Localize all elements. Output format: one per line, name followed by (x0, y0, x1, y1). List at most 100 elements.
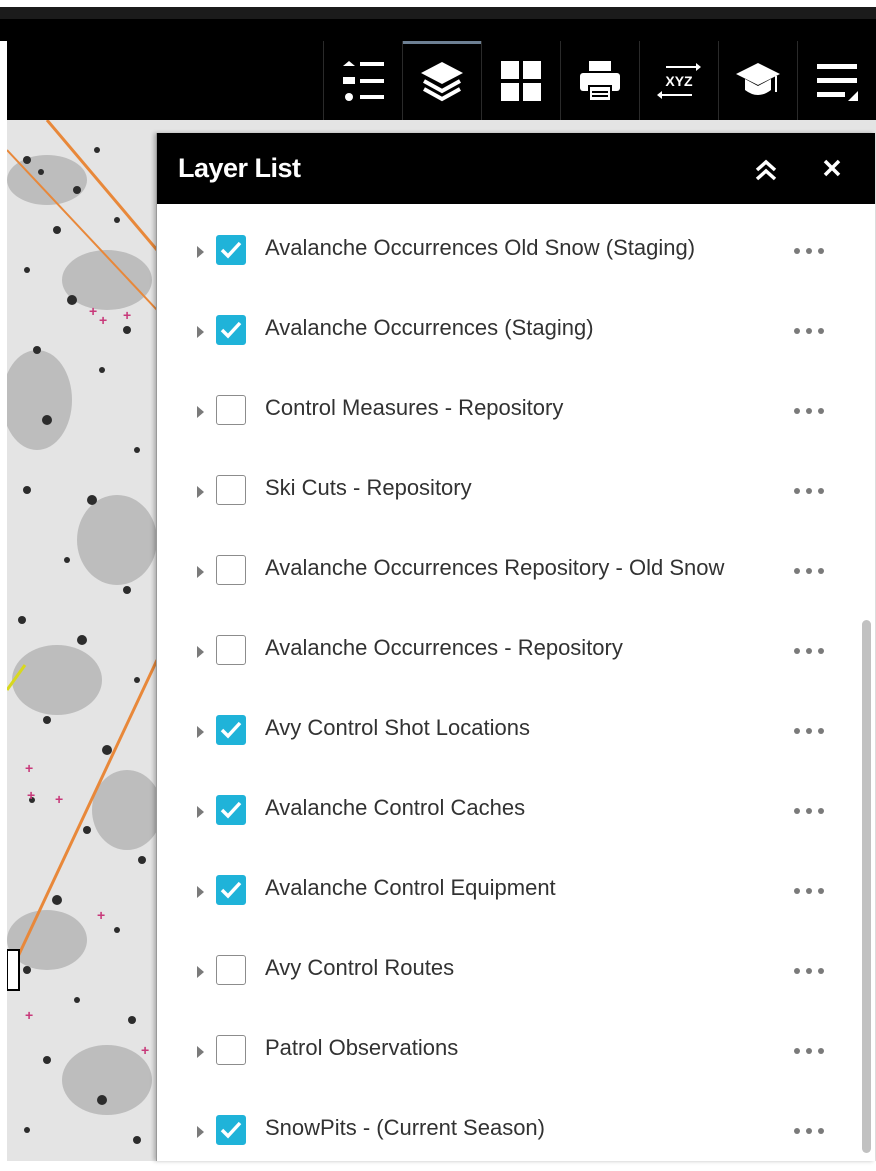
layer-label: Avalanche Occurrences - Repository (265, 635, 623, 660)
close-button[interactable] (819, 155, 845, 181)
svg-text:+: + (89, 303, 97, 319)
expand-caret-icon[interactable] (197, 326, 204, 338)
layer-row[interactable]: Ski Cuts - Repository (157, 451, 859, 531)
more-options-icon[interactable] (792, 407, 826, 415)
expand-caret-icon[interactable] (197, 966, 204, 978)
dot (794, 328, 800, 334)
expand-caret-icon[interactable] (197, 566, 204, 578)
more-options-icon[interactable] (792, 967, 826, 975)
layer-label: Avalanche Occurrences (Staging) (265, 315, 594, 340)
layer-visibility-checkbox[interactable] (216, 555, 246, 585)
layer-row[interactable]: Avalanche Occurrences Repository - Old S… (157, 531, 859, 611)
basemap-gallery-icon (501, 60, 541, 101)
more-options-icon[interactable] (792, 567, 826, 575)
print-icon (580, 60, 620, 102)
svg-text:+: + (25, 760, 33, 776)
panel-header: Layer List (157, 133, 875, 204)
layer-label: Control Measures - Repository (265, 395, 564, 420)
more-options-icon[interactable] (792, 647, 826, 655)
expand-caret-icon[interactable] (197, 406, 204, 418)
more-tools-icon (817, 63, 858, 101)
layer-row[interactable]: Avalanche Control Caches (157, 771, 859, 851)
about-button[interactable] (718, 41, 797, 120)
scrollbar-thumb[interactable] (862, 620, 871, 1153)
widget-toolbar: XYZ (7, 41, 876, 120)
svg-text:XYZ: XYZ (665, 73, 693, 89)
layer-visibility-checkbox[interactable] (216, 715, 246, 745)
checkmark-icon (220, 881, 242, 899)
layer-visibility-checkbox[interactable] (216, 395, 246, 425)
layer-row[interactable]: Patrol Observations (157, 1011, 859, 1091)
dot (806, 888, 812, 894)
dot (806, 568, 812, 574)
print-button[interactable] (560, 41, 639, 120)
more-tools-button[interactable] (797, 41, 876, 120)
dot (818, 728, 824, 734)
expand-caret-icon[interactable] (197, 486, 204, 498)
dot (794, 648, 800, 654)
expand-caret-icon[interactable] (197, 1046, 204, 1058)
more-options-icon[interactable] (792, 487, 826, 495)
layer-label: Avalanche Occurrences Old Snow (Staging) (265, 235, 696, 260)
expand-caret-icon[interactable] (197, 246, 204, 258)
layer-label: Ski Cuts - Repository (265, 475, 472, 500)
expand-caret-icon[interactable] (197, 1126, 204, 1138)
more-options-icon[interactable] (792, 887, 826, 895)
layer-visibility-checkbox[interactable] (216, 475, 246, 505)
dot (806, 328, 812, 334)
collapse-button[interactable] (751, 157, 781, 183)
layer-visibility-checkbox[interactable] (216, 315, 246, 345)
layer-visibility-checkbox[interactable] (216, 795, 246, 825)
svg-text:+: + (123, 307, 131, 323)
expand-caret-icon[interactable] (197, 646, 204, 658)
dot (818, 808, 824, 814)
layer-row[interactable]: Avalanche Occurrences - Repository (157, 611, 859, 691)
more-options-icon[interactable] (792, 727, 826, 735)
more-options-icon[interactable] (792, 807, 826, 815)
header-gap (0, 19, 876, 41)
dot (806, 648, 812, 654)
dot (818, 248, 824, 254)
layer-row[interactable]: Avy Control Shot Locations (157, 691, 859, 771)
layer-row[interactable]: Avalanche Occurrences (Staging) (157, 291, 859, 371)
layers-icon (421, 61, 463, 101)
layer-row[interactable]: Avalanche Occurrences Old Snow (Staging) (157, 211, 859, 291)
layer-visibility-checkbox[interactable] (216, 955, 246, 985)
dot (794, 888, 800, 894)
dot (818, 328, 824, 334)
layer-visibility-checkbox[interactable] (216, 875, 246, 905)
top-border (0, 7, 876, 19)
dot (818, 408, 824, 414)
expand-caret-icon[interactable] (197, 726, 204, 738)
dot (794, 1048, 800, 1054)
panel-title: Layer List (178, 153, 301, 183)
dot (818, 1128, 824, 1134)
dot (806, 408, 812, 414)
layer-visibility-checkbox[interactable] (216, 635, 246, 665)
layer-visibility-checkbox[interactable] (216, 1035, 246, 1065)
layer-row[interactable]: Control Measures - Repository (157, 371, 859, 451)
dot (794, 1128, 800, 1134)
layer-visibility-checkbox[interactable] (216, 235, 246, 265)
svg-text:+: + (141, 1042, 149, 1058)
more-options-icon[interactable] (792, 327, 826, 335)
expand-caret-icon[interactable] (197, 806, 204, 818)
layer-row[interactable]: Avy Control Routes (157, 931, 859, 1011)
dot (818, 488, 824, 494)
more-options-icon[interactable] (792, 247, 826, 255)
checkmark-icon (220, 801, 242, 819)
legend-button[interactable] (323, 41, 402, 120)
basemap-gallery-button[interactable] (481, 41, 560, 120)
layer-list-button[interactable] (402, 41, 481, 120)
dot (794, 808, 800, 814)
coordinate-conversion-icon: XYZ (657, 62, 701, 99)
dot (806, 1048, 812, 1054)
expand-caret-icon[interactable] (197, 886, 204, 898)
layer-row[interactable]: Avalanche Control Equipment (157, 851, 859, 931)
more-options-icon[interactable] (792, 1127, 826, 1135)
layer-row[interactable]: SnowPits - (Current Season) (157, 1091, 859, 1171)
more-options-icon[interactable] (792, 1047, 826, 1055)
layer-label: Patrol Observations (265, 1035, 459, 1060)
layer-visibility-checkbox[interactable] (216, 1115, 246, 1145)
coordinate-conversion-button[interactable]: XYZ (639, 41, 718, 120)
